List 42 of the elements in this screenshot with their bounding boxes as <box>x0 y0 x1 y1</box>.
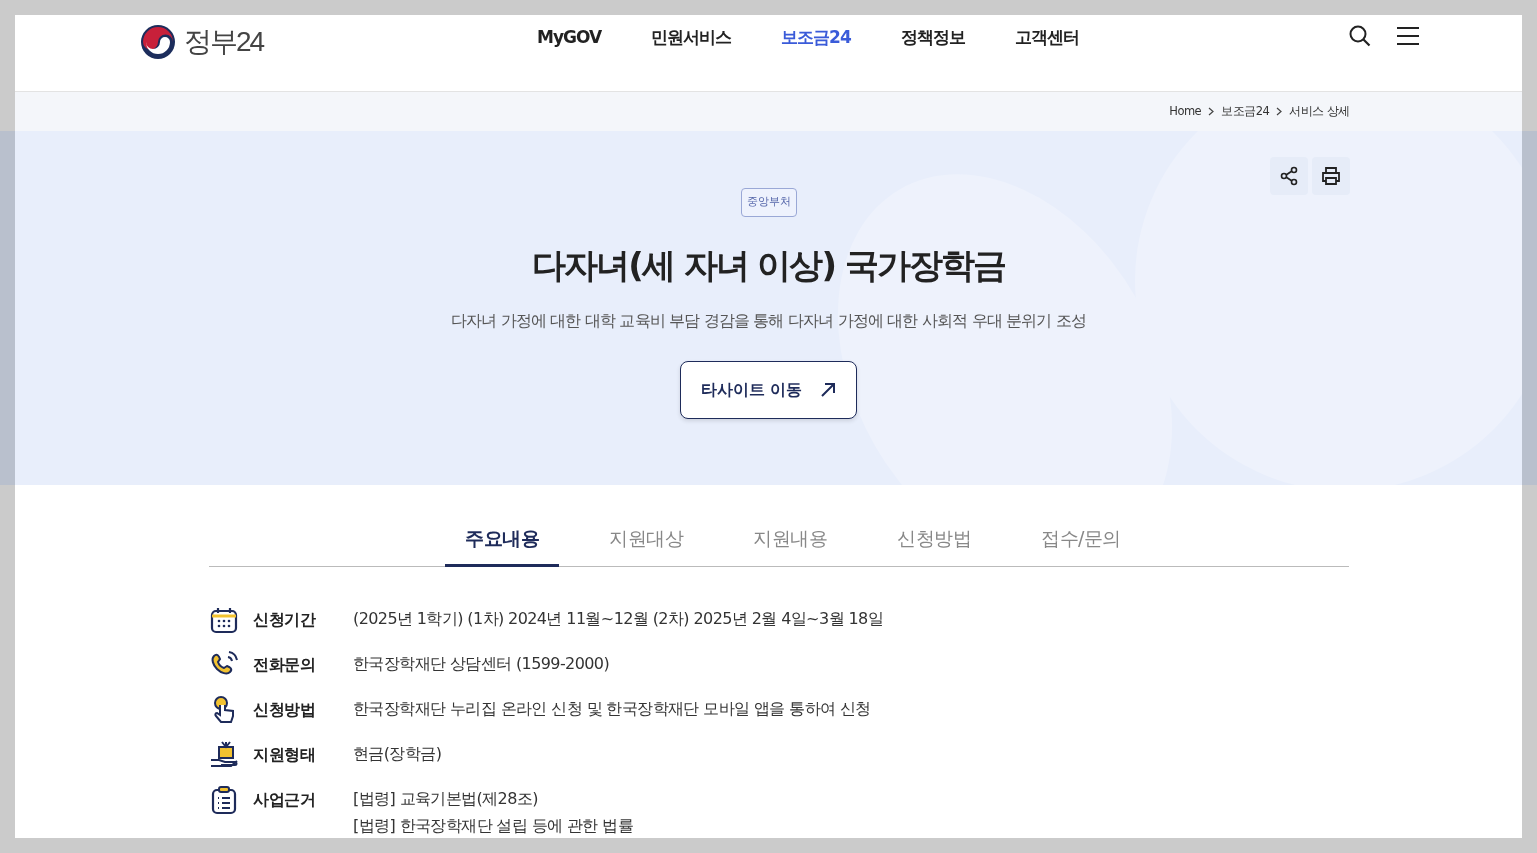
nav-link[interactable]: 정책정보 <box>900 25 965 51</box>
search-icon[interactable] <box>1349 25 1371 47</box>
tab[interactable]: 접수/문의 <box>1021 513 1141 567</box>
tab[interactable]: 신청방법 <box>877 513 991 567</box>
menu-icon[interactable] <box>1397 27 1419 45</box>
detail-label: 사업근거 <box>253 789 316 811</box>
nav-link[interactable]: 민원서비스 <box>651 25 732 51</box>
print-button[interactable] <box>1312 157 1350 195</box>
chevron-right-icon <box>1276 107 1283 116</box>
tab[interactable]: 지원대상 <box>589 513 703 567</box>
share-button[interactable] <box>1270 157 1308 195</box>
nav-link[interactable]: 보조금24 <box>781 25 851 51</box>
detail-value: 현금(장학금) <box>353 743 442 765</box>
print-icon <box>1321 166 1341 186</box>
arrow-up-right-icon <box>820 381 837 398</box>
breadcrumb-link[interactable]: Home <box>1169 102 1202 121</box>
service-description: 다자녀 가정에 대한 대학 교육비 부담 경감을 통해 다자녀 가정에 대한 사회적 우대 분위기 조성 <box>450 311 1087 333</box>
detail-label: 전화문의 <box>253 654 316 676</box>
share-icon <box>1280 166 1298 186</box>
page-title: 다자녀(세 자녀 이상) 국가장학금 <box>532 244 1005 286</box>
external-site-button[interactable]: 타사이트 이동 <box>680 360 857 419</box>
logo-text[interactable]: 정부24 <box>184 21 264 63</box>
nav-link[interactable]: 고객센터 <box>1014 25 1079 51</box>
tab[interactable]: 지원내용 <box>733 513 847 567</box>
category-tag: 중앙부처 <box>740 188 797 217</box>
breadcrumb-link[interactable]: 보조금24 <box>1221 102 1270 121</box>
logo-emblem-icon <box>140 24 176 60</box>
detail-label: 지원형태 <box>253 744 316 766</box>
detail-value: [법령] 한국장학재단 설립 등에 관한 법률 <box>353 815 634 837</box>
detail-value: 한국장학재단 누리집 온라인 신청 및 한국장학재단 모바일 앱을 통하여 신청 <box>353 698 871 720</box>
detail-value: 한국장학재단 상담센터 (1599-2000) <box>353 653 610 675</box>
breadcrumb-link[interactable]: 서비스 상세 <box>1289 102 1350 121</box>
nav-link[interactable]: MyGOV <box>537 25 602 51</box>
chevron-right-icon <box>1208 107 1215 116</box>
detail-label: 신청방법 <box>253 699 316 721</box>
tab[interactable]: 주요내용 <box>445 513 559 567</box>
clipboard-icon <box>209 785 239 815</box>
calendar-icon <box>209 605 239 635</box>
detail-value: (2025년 1학기) (1차) 2024년 11월~12월 (2차) 2025년 2월 4일~3월 18일 <box>353 608 883 630</box>
gift-on-hand-icon <box>209 740 239 770</box>
detail-label: 신청기간 <box>253 609 317 631</box>
detail-value: [법령] 교육기본법(제28조) <box>353 788 539 810</box>
